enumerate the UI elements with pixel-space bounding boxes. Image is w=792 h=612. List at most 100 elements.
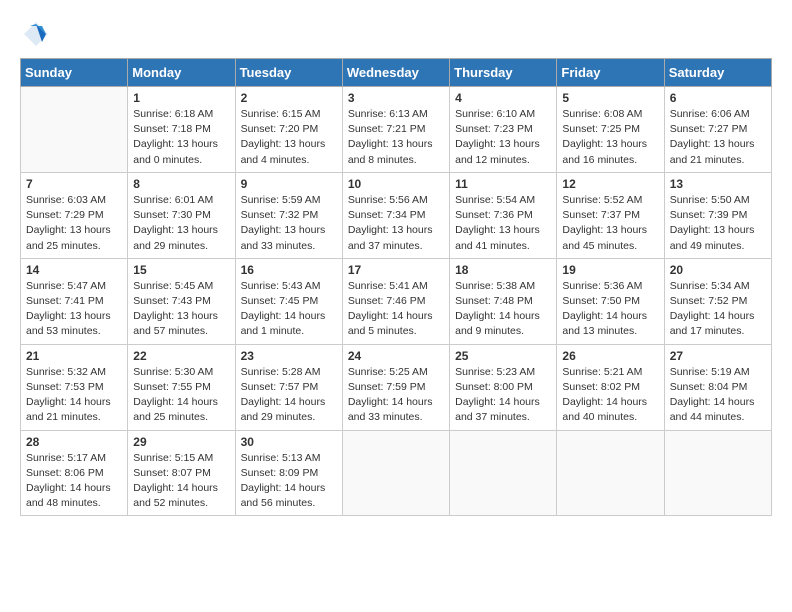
sunrise-text: Sunrise: 5:17 AM bbox=[26, 452, 106, 464]
day-number: 23 bbox=[241, 349, 337, 363]
cell-content: Sunrise: 5:41 AMSunset: 7:46 PMDaylight:… bbox=[348, 279, 444, 340]
sunrise-text: Sunrise: 5:25 AM bbox=[348, 366, 428, 378]
sunset-text: Sunset: 7:32 PM bbox=[241, 209, 319, 221]
day-number: 15 bbox=[133, 263, 229, 277]
sunset-text: Sunset: 8:06 PM bbox=[26, 467, 104, 479]
cell-content: Sunrise: 5:32 AMSunset: 7:53 PMDaylight:… bbox=[26, 365, 122, 426]
sunrise-text: Sunrise: 5:43 AM bbox=[241, 280, 321, 292]
sunrise-text: Sunrise: 6:06 AM bbox=[670, 108, 750, 120]
day-number: 18 bbox=[455, 263, 551, 277]
sunrise-text: Sunrise: 5:32 AM bbox=[26, 366, 106, 378]
day-number: 11 bbox=[455, 177, 551, 191]
calendar-cell: 15Sunrise: 5:45 AMSunset: 7:43 PMDayligh… bbox=[128, 258, 235, 344]
cell-content: Sunrise: 5:30 AM Sunset: 7:55 PM Daylight:… bbox=[133, 365, 229, 426]
calendar-cell: 7Sunrise: 6:03 AMSunset: 7:29 PMDaylight… bbox=[21, 172, 128, 258]
sunrise-text: Sunrise: 5:47 AM bbox=[26, 280, 106, 292]
cell-content: Sunrise: 6:13 AMSunset: 7:21 PMDaylight:… bbox=[348, 107, 444, 168]
daylight-text: Daylight: 14 hours and 44 minutes. bbox=[670, 396, 755, 423]
day-number: 9 bbox=[241, 177, 337, 191]
sunset-text: Sunset: 7:43 PM bbox=[133, 295, 211, 307]
sunrise-text: Sunrise: 5:23 AM bbox=[455, 366, 535, 378]
daylight-text: Daylight: 14 hours and 48 minutes. bbox=[26, 482, 111, 509]
day-number: 22 bbox=[133, 349, 229, 363]
day-number: 20 bbox=[670, 263, 766, 277]
calendar-cell: 21Sunrise: 5:32 AMSunset: 7:53 PMDayligh… bbox=[21, 344, 128, 430]
daylight-text: Daylight: 13 hours and 29 minutes. bbox=[133, 224, 218, 251]
daylight-text: Daylight: 13 hours and 37 minutes. bbox=[348, 224, 433, 251]
daylight-text: Daylight: 13 hours and 12 minutes. bbox=[455, 138, 540, 165]
calendar-cell: 19Sunrise: 5:36 AMSunset: 7:50 PMDayligh… bbox=[557, 258, 664, 344]
daylight-text: Daylight: 14 hours and 29 minutes. bbox=[241, 396, 326, 423]
day-number: 25 bbox=[455, 349, 551, 363]
cell-content: Sunrise: 5:56 AMSunset: 7:34 PMDaylight:… bbox=[348, 193, 444, 254]
calendar-cell: 23 Sunrise: 5:28 AM Sunset: 7:57 PM Dayligh… bbox=[235, 344, 342, 430]
day-number: 3 bbox=[348, 91, 444, 105]
cell-content: Sunrise: 5:17 AM Sunset: 8:06 PM Daylight:… bbox=[26, 451, 122, 512]
sunset-text: Sunset: 7:57 PM bbox=[241, 381, 319, 393]
day-number: 5 bbox=[562, 91, 658, 105]
daylight-text: Daylight: 13 hours and 33 minutes. bbox=[241, 224, 326, 251]
day-number: 30 bbox=[241, 435, 337, 449]
daylight-text: Daylight: 14 hours and 52 minutes. bbox=[133, 482, 218, 509]
sunrise-text: Sunrise: 5:15 AM bbox=[133, 452, 213, 464]
daylight-text: Daylight: 14 hours and 25 minutes. bbox=[133, 396, 218, 423]
cell-content: Sunrise: 6:06 AMSunset: 7:27 PMDaylight:… bbox=[670, 107, 766, 168]
sunset-text: Sunset: 8:07 PM bbox=[133, 467, 211, 479]
day-number: 13 bbox=[670, 177, 766, 191]
calendar-cell bbox=[21, 87, 128, 173]
calendar-cell: 16Sunrise: 5:43 AMSunset: 7:45 PMDayligh… bbox=[235, 258, 342, 344]
sunrise-text: Sunrise: 5:34 AM bbox=[670, 280, 750, 292]
cell-content: Sunrise: 5:47 AMSunset: 7:41 PMDaylight:… bbox=[26, 279, 122, 340]
daylight-text: Daylight: 14 hours and 5 minutes. bbox=[348, 310, 433, 337]
cell-content: Sunrise: 5:59 AMSunset: 7:32 PMDaylight:… bbox=[241, 193, 337, 254]
calendar-header-sunday: Sunday bbox=[21, 59, 128, 87]
daylight-text: Daylight: 14 hours and 21 minutes. bbox=[26, 396, 111, 423]
sunrise-text: Sunrise: 5:56 AM bbox=[348, 194, 428, 206]
daylight-text: Daylight: 13 hours and 53 minutes. bbox=[26, 310, 111, 337]
day-number: 27 bbox=[670, 349, 766, 363]
sunset-text: Sunset: 7:21 PM bbox=[348, 123, 426, 135]
day-number: 29 bbox=[133, 435, 229, 449]
calendar-cell: 28 Sunrise: 5:17 AM Sunset: 8:06 PM Dayligh… bbox=[21, 430, 128, 516]
daylight-text: Daylight: 13 hours and 0 minutes. bbox=[133, 138, 218, 165]
calendar-cell bbox=[557, 430, 664, 516]
calendar-cell: 12Sunrise: 5:52 AMSunset: 7:37 PMDayligh… bbox=[557, 172, 664, 258]
daylight-text: Daylight: 14 hours and 17 minutes. bbox=[670, 310, 755, 337]
day-number: 17 bbox=[348, 263, 444, 277]
sunset-text: Sunset: 7:37 PM bbox=[562, 209, 640, 221]
calendar-cell: 2Sunrise: 6:15 AMSunset: 7:20 PMDaylight… bbox=[235, 87, 342, 173]
calendar-cell bbox=[664, 430, 771, 516]
daylight-text: Daylight: 13 hours and 8 minutes. bbox=[348, 138, 433, 165]
cell-content: Sunrise: 5:38 AMSunset: 7:48 PMDaylight:… bbox=[455, 279, 551, 340]
calendar-cell: 11Sunrise: 5:54 AMSunset: 7:36 PMDayligh… bbox=[450, 172, 557, 258]
sunrise-text: Sunrise: 5:50 AM bbox=[670, 194, 750, 206]
calendar-cell: 9 Sunrise: 5:59 AMSunset: 7:32 PMDaylight… bbox=[235, 172, 342, 258]
cell-content: Sunrise: 5:15 AM Sunset: 8:07 PM Daylight:… bbox=[133, 451, 229, 512]
calendar-week-row: 14 Sunrise: 5:47 AMSunset: 7:41 PMDayligh… bbox=[21, 258, 772, 344]
day-number: 7 bbox=[26, 177, 122, 191]
sunrise-text: Sunrise: 5:28 AM bbox=[241, 366, 321, 378]
sunset-text: Sunset: 7:55 PM bbox=[133, 381, 211, 393]
calendar-cell: 13Sunrise: 5:50 AMSunset: 7:39 PMDayligh… bbox=[664, 172, 771, 258]
sunset-text: Sunset: 7:48 PM bbox=[455, 295, 533, 307]
page-header bbox=[20, 20, 772, 48]
calendar-week-row: 28 Sunrise: 5:17 AM Sunset: 8:06 PM Dayligh… bbox=[21, 430, 772, 516]
sunset-text: Sunset: 7:18 PM bbox=[133, 123, 211, 135]
daylight-text: Daylight: 13 hours and 25 minutes. bbox=[26, 224, 111, 251]
day-number: 1 bbox=[133, 91, 229, 105]
logo-text bbox=[20, 20, 52, 48]
cell-content: Sunrise: 5:21 AMSunset: 8:02 PMDaylight:… bbox=[562, 365, 658, 426]
calendar-header-thursday: Thursday bbox=[450, 59, 557, 87]
cell-content: Sunrise: 5:34 AMSunset: 7:52 PMDaylight:… bbox=[670, 279, 766, 340]
day-number: 19 bbox=[562, 263, 658, 277]
day-number: 28 bbox=[26, 435, 122, 449]
sunrise-text: Sunrise: 6:08 AM bbox=[562, 108, 642, 120]
daylight-text: Daylight: 13 hours and 4 minutes. bbox=[241, 138, 326, 165]
calendar-cell bbox=[342, 430, 449, 516]
sunrise-text: Sunrise: 5:30 AM bbox=[133, 366, 213, 378]
sunset-text: Sunset: 7:20 PM bbox=[241, 123, 319, 135]
day-number: 14 bbox=[26, 263, 122, 277]
sunrise-text: Sunrise: 6:10 AM bbox=[455, 108, 535, 120]
cell-content: Sunrise: 6:08 AMSunset: 7:25 PMDaylight:… bbox=[562, 107, 658, 168]
calendar-cell: 25Sunrise: 5:23 AMSunset: 8:00 PMDayligh… bbox=[450, 344, 557, 430]
